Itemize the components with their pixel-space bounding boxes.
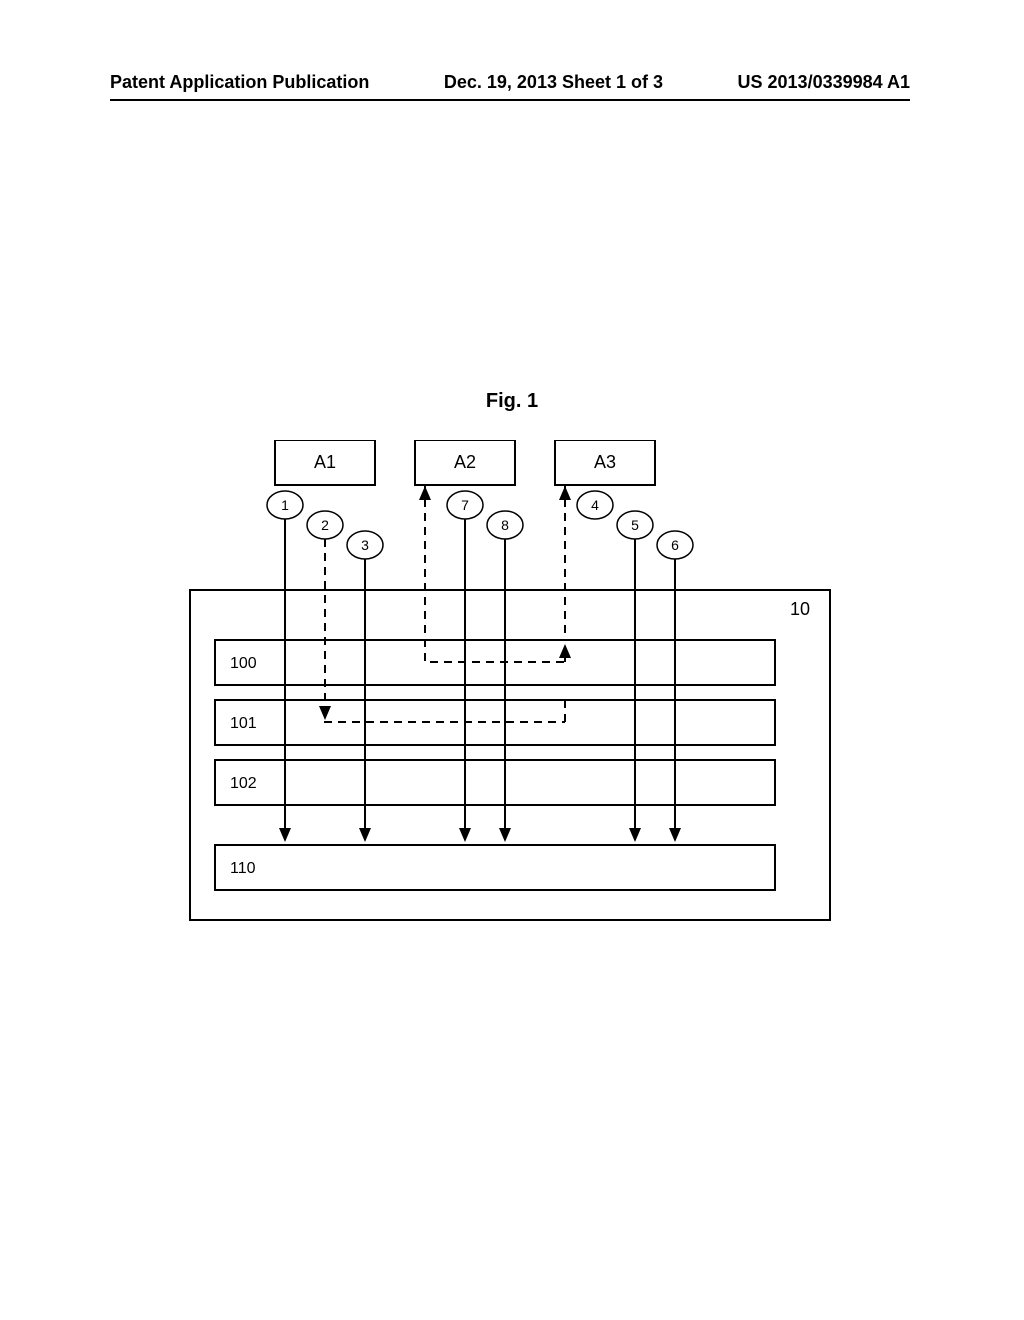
header-right: US 2013/0339984 A1 <box>738 72 910 93</box>
oval-5: 5 <box>631 517 639 533</box>
box-a1: A1 <box>314 452 336 472</box>
row-102: 102 <box>230 775 257 792</box>
row-100: 100 <box>230 655 257 672</box>
oval-2: 2 <box>321 517 329 533</box>
oval-6: 6 <box>671 537 679 553</box>
container-label: 10 <box>790 599 810 619</box>
figure-diagram: A1 A2 A3 1 2 3 7 8 4 5 6 <box>170 440 850 940</box>
row-110: 110 <box>230 860 256 877</box>
oval-3: 3 <box>361 537 369 553</box>
header-left: Patent Application Publication <box>110 72 369 93</box>
oval-7: 7 <box>461 497 469 513</box>
box-a2: A2 <box>454 452 476 472</box>
oval-1: 1 <box>281 497 289 513</box>
figure-title: Fig. 1 <box>0 390 1024 413</box>
oval-4: 4 <box>591 497 599 513</box>
row-101: 101 <box>230 715 257 732</box>
box-a3: A3 <box>594 452 616 472</box>
oval-8: 8 <box>501 517 509 533</box>
header-center: Dec. 19, 2013 Sheet 1 of 3 <box>444 72 663 93</box>
header-divider <box>110 99 910 101</box>
